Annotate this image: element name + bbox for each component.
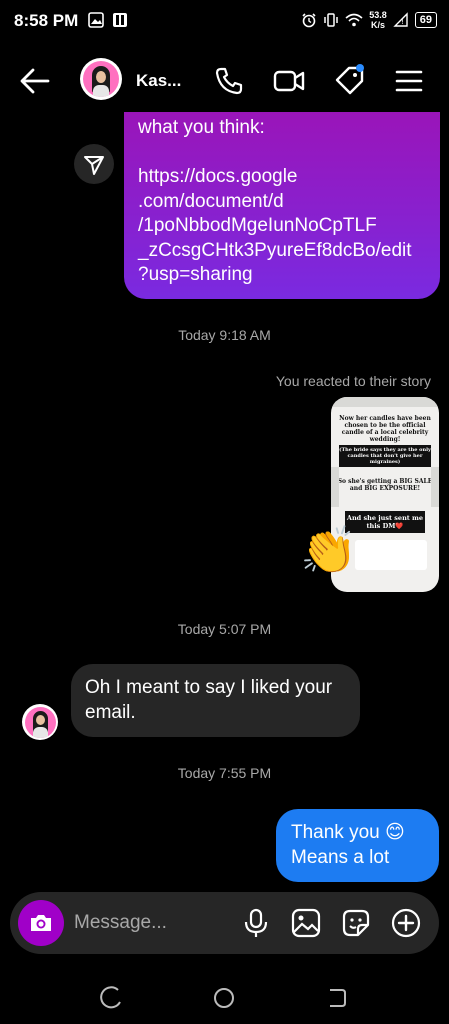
timestamp: Today 9:18 AM	[178, 327, 271, 343]
svg-text:!: !	[401, 18, 404, 26]
incoming-message[interactable]: Oh I meant to say I liked your email.	[71, 664, 360, 737]
recent-apps-icon[interactable]	[94, 980, 130, 1016]
send-icon	[84, 156, 104, 175]
story-dm-screenshot	[355, 540, 427, 570]
network-speed: 53.8 K/s	[369, 10, 387, 30]
message-link[interactable]: ?usp=sharing	[138, 263, 426, 288]
message-line	[138, 141, 426, 166]
battery-indicator: 69	[414, 12, 437, 28]
message-link[interactable]: /1poNbbodMgeIunNoCpTLF	[138, 214, 426, 239]
gallery-icon[interactable]	[290, 907, 322, 939]
sender-avatar[interactable]	[22, 704, 58, 740]
status-time: 8:58 PM	[14, 11, 79, 30]
outgoing-message[interactable]: Thank you 😊 Means a lot	[276, 809, 439, 882]
message-input[interactable]	[74, 911, 234, 935]
message-line: Thank you 😊	[291, 822, 405, 843]
message-link[interactable]: https://docs.google	[138, 165, 426, 190]
phone-call-icon[interactable]	[212, 64, 246, 98]
network-speed-value: 53.8	[369, 10, 387, 20]
status-notification-icons	[88, 12, 128, 28]
menu-icon[interactable]	[392, 64, 426, 98]
story-text: Now her candles have been chosen to be t…	[339, 415, 431, 443]
video-call-icon[interactable]	[272, 64, 306, 98]
message-line: Means a lot	[291, 847, 390, 868]
alarm-icon	[302, 13, 316, 28]
app-notification-icon	[113, 13, 127, 27]
reaction-note: You reacted to their story	[275, 373, 431, 389]
message-composer	[10, 892, 439, 954]
tag-icon[interactable]	[332, 64, 366, 98]
avatar-image	[83, 61, 119, 97]
microphone-icon[interactable]	[240, 907, 272, 939]
chat-header: Kas...	[0, 50, 449, 112]
signal-icon: !	[393, 12, 408, 27]
clap-reaction-emoji: 👏	[300, 524, 358, 576]
message-line: Oh I meant to say I liked your	[85, 677, 333, 698]
sticker-icon[interactable]	[340, 907, 372, 939]
back-arrow-icon[interactable]	[18, 64, 52, 98]
timestamp: Today 5:07 PM	[177, 621, 272, 637]
timestamp: Today 7:55 PM	[177, 765, 272, 781]
contact-avatar[interactable]	[80, 58, 122, 100]
network-speed-unit: K/s	[370, 20, 385, 30]
wifi-icon	[345, 13, 363, 27]
gallery-notification-icon	[88, 12, 104, 28]
home-button-icon[interactable]	[206, 980, 242, 1016]
message-link[interactable]: _zCcsgCHtk3PyureEf8dcBo/edit	[138, 239, 426, 264]
add-icon[interactable]	[390, 907, 422, 939]
message-line: what you think:	[138, 117, 265, 138]
camera-icon	[31, 915, 51, 931]
story-text: So she's getting a BIG SALE and BIG EXPO…	[337, 478, 433, 492]
camera-button[interactable]	[18, 900, 64, 946]
contact-name[interactable]: Kas...	[136, 71, 181, 91]
story-text: (The bride says they are the only candle…	[339, 445, 431, 467]
message-link[interactable]: .com/document/d	[138, 190, 426, 215]
status-right: 53.8 K/s ! 69	[301, 10, 437, 30]
avatar-image	[24, 706, 56, 738]
back-button-icon[interactable]	[318, 980, 354, 1016]
share-button[interactable]	[74, 144, 114, 184]
vibrate-icon	[324, 13, 338, 27]
status-bar: 8:58 PM 53.8 K/s ! 69	[0, 0, 449, 44]
system-navigation-bar	[0, 972, 449, 1024]
message-line: email.	[85, 702, 136, 723]
outgoing-link-message[interactable]: what you think: https://docs.google .com…	[124, 112, 440, 299]
